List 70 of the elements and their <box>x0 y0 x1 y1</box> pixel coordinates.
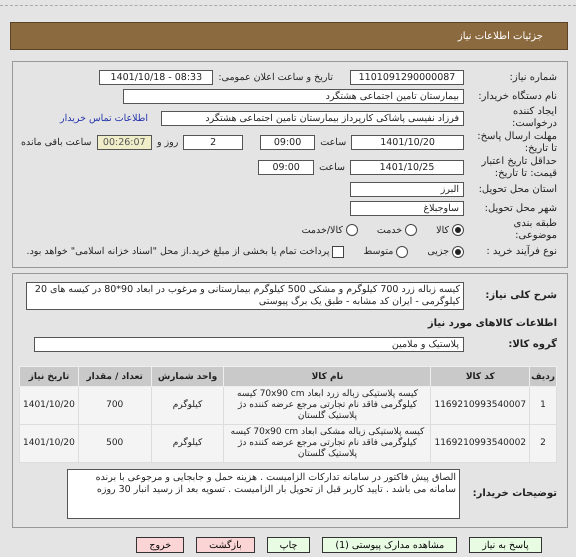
deadline-time-field: 09:00 <box>260 135 316 150</box>
action-button[interactable]: پاسخ به نیاز <box>469 537 542 553</box>
checkbox[interactable] <box>332 246 344 258</box>
days-label: روز و <box>156 137 178 148</box>
field-label: حداقل تاریخ اعتبار قیمت: تا تاریخ: <box>480 156 557 180</box>
field-label: شهر محل تحویل: <box>484 202 557 214</box>
column-header: نام کالا <box>224 366 431 386</box>
validity-date-field: 1401/10/25 <box>350 160 464 175</box>
radio-button[interactable] <box>346 224 358 236</box>
radio-button[interactable] <box>452 246 464 258</box>
field-label: شرح کلی نیاز: <box>484 290 557 302</box>
action-button[interactable]: بازگشت <box>196 537 255 553</box>
table-cell: 700 <box>78 386 152 424</box>
field-label: نوع فرآیند خرید : <box>485 246 557 258</box>
need-number-field: 1101091290000087 <box>350 70 464 85</box>
announce-date-field: 1401/10/18 - 08:33 <box>99 70 214 85</box>
field-label: شماره نیاز: <box>508 72 557 84</box>
radio-button[interactable] <box>405 224 418 236</box>
option-label: متوسط <box>363 246 394 257</box>
field-label: نام دستگاه خریدار: <box>477 90 557 102</box>
column-header: کد کالا <box>430 366 530 386</box>
goods-group-field: پلاستیک و ملامین <box>34 337 464 352</box>
column-header: تاریخ نیاز <box>20 366 78 386</box>
option-label: کالا <box>436 224 449 236</box>
field-label: ایجاد کننده درخواست: <box>511 106 557 130</box>
action-button[interactable]: خروج <box>136 537 184 553</box>
checkbox-label: پرداخت تمام یا بخشی از مبلغ خرید.از محل "اسناد خزانه اسلامی" خواهد بود. <box>26 246 330 257</box>
column-header: ردیف <box>530 366 556 386</box>
radio-button[interactable] <box>452 224 464 236</box>
table-cell: 2 <box>530 424 556 462</box>
table-cell: 500 <box>78 424 152 462</box>
field-label: استان محل تحویل: <box>478 184 557 196</box>
section-title: اطلاعات کالاهای مورد نیاز <box>426 318 557 329</box>
option-label: خدمت <box>376 224 402 236</box>
radio-button[interactable] <box>396 246 408 258</box>
table-cell: 1401/10/20 <box>20 386 78 424</box>
table-cell: 1169210993540007 <box>430 386 530 424</box>
field-label: توضیحات خریدار: <box>472 488 557 500</box>
days-field: 2 <box>183 135 243 150</box>
contact-link[interactable]: اطلاعات تماس خریدار <box>60 112 148 124</box>
description-field: کیسه زباله زرد 700 کیلوگرم و مشکی 500 کیلوگرم بیمارستانی و مرغوب در ابعاد 90*80 در کیسه های 20 کیلوگرمی - ایران کد مشابه - طبق یک برگ پیوستی <box>26 282 464 310</box>
remaining-time-field: 00:26:07 <box>96 135 152 150</box>
deadline-date-field: 1401/10/20 <box>351 135 464 150</box>
column-header: تعداد / مقدار <box>78 366 152 386</box>
buyer-field: بیمارستان تامین اجتماعی هشتگرد <box>123 89 464 104</box>
page-title: جزئیات اطلاعات نیاز <box>458 30 543 42</box>
field-label: گروه کالا: <box>507 338 557 350</box>
table-cell: کیسه پلاستیکی زباله زرد ابعاد 70x90 cm کیسه کیلوگرمی فاقد نام تجارتی مرجع عرضه کننده دژ پلاستیک گلستان <box>224 386 431 424</box>
table-cell: کیلوگرم <box>151 424 224 462</box>
action-button[interactable]: چاپ <box>266 537 310 553</box>
table-cell: کیلوگرم <box>151 386 224 424</box>
column-header: واحد شمارش <box>151 366 224 386</box>
creator-field: فرزاد نفیسی پاشاکی کارپرداز بیمارستان تامین اجتماعی هشتگرد <box>161 110 464 126</box>
option-label: جزیی <box>427 246 449 257</box>
validity-time-field: 09:00 <box>258 160 314 175</box>
province-field: البرز <box>350 182 464 197</box>
table-cell: 1169210993540002 <box>430 424 530 462</box>
table-cell: 1401/10/20 <box>20 424 78 462</box>
city-field: ساوجبلاغ <box>350 201 464 216</box>
field-label: طبقه بندی موضوعی: <box>512 218 557 242</box>
time-label: ساعت <box>320 137 346 148</box>
field-label: تاریخ و ساعت اعلان عمومی: <box>218 72 333 83</box>
table-cell: 1 <box>530 386 556 424</box>
field-label: مهلت ارسال پاسخ: تا تاریخ: <box>476 130 557 154</box>
table-cell: کیسه پلاستیکی زباله مشکی ابعاد 70x90 cm کیسه کیلوگرمی فاقد نام تجارتی مرجع عرضه کننده دژ پلاستیک گلستان <box>224 424 431 462</box>
remaining-label: ساعت باقی مانده <box>21 137 92 148</box>
time-label: ساعت <box>319 162 345 173</box>
action-button[interactable]: مشاهده مدارک پیوستی (1) <box>322 537 458 553</box>
buyer-notes-field: الصاق پیش فاکتور در سامانه تدارکات الزامیست . هزینه حمل و جابجایی و مرجوعی با برنده سامانه می باشد . تایید کاربر قبل از تحویل بار الزامیست . تسویه بعد از رسید انبار 30 روزه <box>67 469 460 519</box>
option-label: کالا/خدمت <box>302 224 343 236</box>
